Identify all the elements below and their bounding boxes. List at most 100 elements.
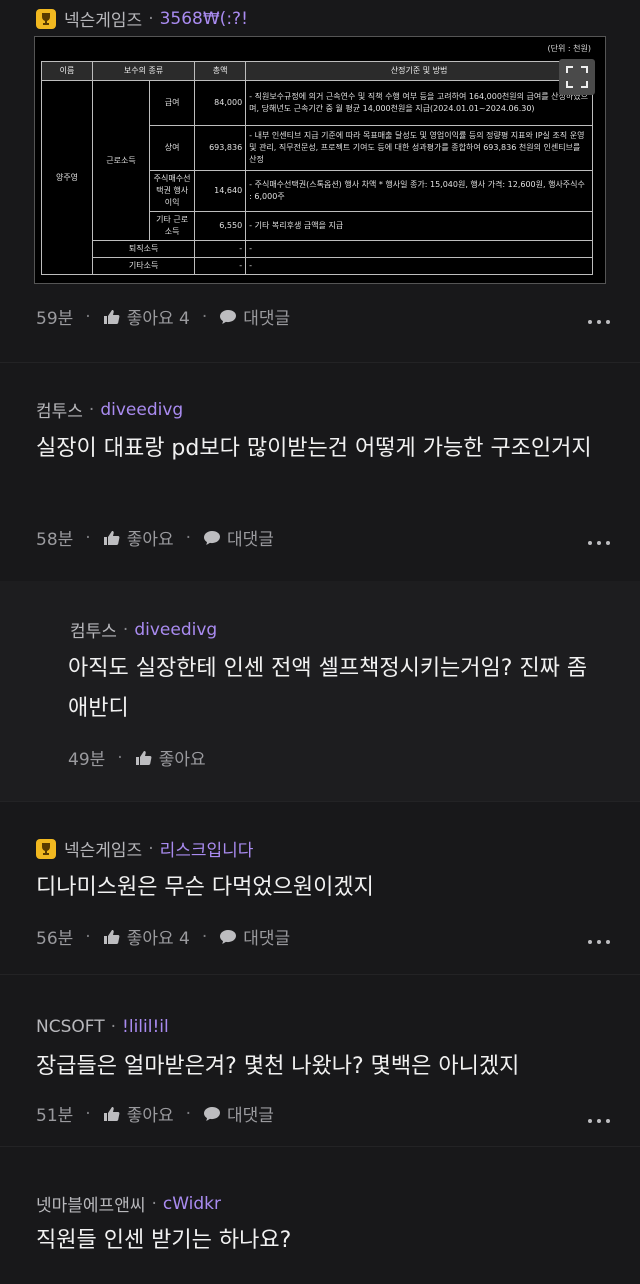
table-cell-amount: - (194, 257, 247, 275)
separator-dot: · (110, 1017, 117, 1037)
separator-dot: · (148, 8, 154, 29)
trophy-icon (36, 838, 56, 859)
like-button[interactable]: 좋아요 4 (127, 304, 190, 329)
more-options-button[interactable] (588, 940, 610, 944)
nickname[interactable]: diveedivg (100, 400, 183, 420)
speech-bubble-icon[interactable] (203, 1105, 221, 1123)
company-name: 넥슨게임즈 (64, 841, 143, 861)
reply-button[interactable]: 대댓글 (243, 924, 290, 949)
thumbs-up-icon[interactable] (135, 749, 153, 767)
separator-dot: · (117, 747, 123, 768)
separator-dot: · (185, 1103, 192, 1124)
reply-button[interactable]: 대댓글 (243, 304, 290, 329)
table-cell-amount: 6,550 (194, 211, 247, 241)
expand-icon (566, 66, 588, 88)
comment-header: 컴투스 · diveedivg (70, 617, 217, 643)
comment-header: NCSOFT · !lilil!il (36, 1017, 169, 1037)
comment-item: 넥슨게임즈 · 3568₩(:?! (단위 : 천원) 이름 보수의 종류 총액… (0, 0, 640, 362)
comment-item: 컴투스 · diveedivg 실장이 대표랑 pd보다 많이받는건 어떻게 가… (0, 362, 640, 581)
reply-button[interactable]: 대댓글 (227, 1101, 274, 1126)
company-name: 넷마블에프앤씨 (36, 1196, 146, 1216)
table-header: 산정기준 및 방법 (245, 61, 593, 81)
comment-text: 직원들 인센 받기는 하나요? (36, 1228, 292, 1253)
table-cell-method: - (245, 240, 593, 258)
table-cell-method: - 주식매수선택권(스톡옵션) 행사 차액 * 행사일 종가: 15,040원,… (245, 170, 593, 212)
nickname[interactable]: !lilil!il (122, 1017, 169, 1037)
thumbs-up-icon[interactable] (103, 1105, 121, 1123)
table-cell-method: - 내부 인센티브 지급 기준에 따라 목표매출 달성도 및 영업이익률 등의 … (245, 125, 593, 171)
timestamp: 56분 (36, 929, 74, 949)
separator-dot: · (85, 306, 91, 327)
comment-header: 넥슨게임즈 · 리스크입니다 (36, 836, 253, 861)
timestamp: 59분 (36, 309, 74, 329)
comment-header: 넥슨게임즈 · 3568₩(:?! (36, 6, 248, 31)
table-cell-method: - 직원보수규정에 의거 근속연수 및 직책 수행 여부 등을 고려하여 164… (245, 80, 593, 126)
like-button[interactable]: 좋아요 (127, 1101, 174, 1126)
table-cell-method: - (245, 257, 593, 275)
comment-text: 장급들은 얼마받은겨? 몇천 나왔나? 몇백은 아니겠지 (36, 1054, 520, 1079)
separator-dot: · (201, 306, 208, 327)
comment-text: 아직도 실장한테 인센 전액 셀프책정시키는거임? 진짜 좀 애반디 (68, 656, 588, 721)
comment-meta: 59분 · 좋아요 4 · 대댓글 (36, 304, 290, 330)
separator-dot: · (185, 527, 192, 548)
like-button[interactable]: 좋아요 4 (127, 924, 190, 949)
separator-dot: · (85, 527, 91, 548)
thumbs-up-icon[interactable] (103, 529, 121, 547)
attached-image[interactable]: (단위 : 천원) 이름 보수의 종류 총액 산정기준 및 방법 양주영 근로소… (34, 36, 606, 284)
thumbs-up-icon[interactable] (103, 308, 121, 326)
speech-bubble-icon[interactable] (219, 308, 237, 326)
table-cell-name: 양주영 (41, 80, 93, 275)
company-name: 컴투스 (70, 622, 117, 642)
comment-text: 실장이 대표랑 pd보다 많이받는건 어떻게 가능한 구조인거지 (36, 436, 592, 461)
nickname[interactable]: diveedivg (134, 620, 217, 640)
table-cell-type: 기타 근로소득 (148, 211, 196, 241)
comment-meta: 49분 · 좋아요 (68, 745, 206, 771)
reply-button[interactable]: 대댓글 (227, 525, 274, 550)
table-cell-type: 급여 (148, 80, 196, 126)
comment-meta: 58분 · 좋아요 · 대댓글 (36, 525, 274, 551)
table-cell-amount: 14,640 (194, 170, 247, 212)
more-options-button[interactable] (588, 541, 610, 545)
separator-dot: · (88, 399, 95, 420)
speech-bubble-icon[interactable] (219, 928, 237, 946)
comment-header: 넷마블에프앤씨 · cWidkr (36, 1191, 221, 1217)
company-name: 넥슨게임즈 (64, 11, 143, 31)
speech-bubble-icon[interactable] (203, 529, 221, 547)
company-name: NCSOFT (36, 1017, 105, 1037)
nickname[interactable]: 3568₩(:?! (160, 9, 248, 29)
table-header: 총액 (194, 61, 247, 81)
table-cell-amount: 84,000 (194, 80, 247, 126)
nickname[interactable]: 리스크입니다 (160, 836, 254, 861)
nickname[interactable]: cWidkr (163, 1194, 221, 1214)
separator-dot: · (148, 838, 154, 859)
separator-dot: · (201, 926, 208, 947)
like-button[interactable]: 좋아요 (127, 525, 174, 550)
more-options-button[interactable] (588, 1119, 610, 1123)
separator-dot: · (85, 1103, 91, 1124)
comment-header: 컴투스 · diveedivg (36, 397, 183, 423)
table-cell-type: 주식매수선택권 행사이익 (148, 170, 196, 212)
like-button[interactable]: 좋아요 (159, 745, 206, 770)
trophy-icon (36, 8, 56, 29)
table-unit: (단위 : 천원) (547, 44, 591, 53)
timestamp: 58분 (36, 530, 74, 550)
table-cell-amount: 693,836 (194, 125, 247, 171)
separator-dot: · (122, 619, 129, 640)
comment-meta: 56분 · 좋아요 4 · 대댓글 (36, 924, 290, 950)
comment-meta: 51분 · 좋아요 · 대댓글 (36, 1101, 274, 1127)
table-cell-method: - 기타 복리후생 금액을 지급 (245, 211, 593, 241)
timestamp: 51분 (36, 1106, 74, 1126)
comment-item: NCSOFT · !lilil!il 장급들은 얼마받은겨? 몇천 나왔나? 몇… (0, 974, 640, 1146)
company-name: 컴투스 (36, 402, 83, 422)
more-options-button[interactable] (588, 320, 610, 324)
comment-item: 넥슨게임즈 · 리스크입니다 디나미스원은 무슨 다먹었으원이겠지 56분 · … (0, 801, 640, 974)
reply-item: 컴투스 · diveedivg 아직도 실장한테 인센 전액 셀프책정시키는거임… (0, 581, 640, 801)
table-cell-group: 근로소득 (92, 80, 150, 241)
table-cell-amount: - (194, 240, 247, 258)
expand-image-button[interactable] (559, 59, 595, 95)
table-cell-type: 상여 (148, 125, 196, 171)
separator-dot: · (85, 926, 91, 947)
table-cell-type: 퇴직소득 (91, 240, 196, 258)
comment-text: 디나미스원은 무슨 다먹었으원이겠지 (36, 875, 374, 900)
thumbs-up-icon[interactable] (103, 928, 121, 946)
